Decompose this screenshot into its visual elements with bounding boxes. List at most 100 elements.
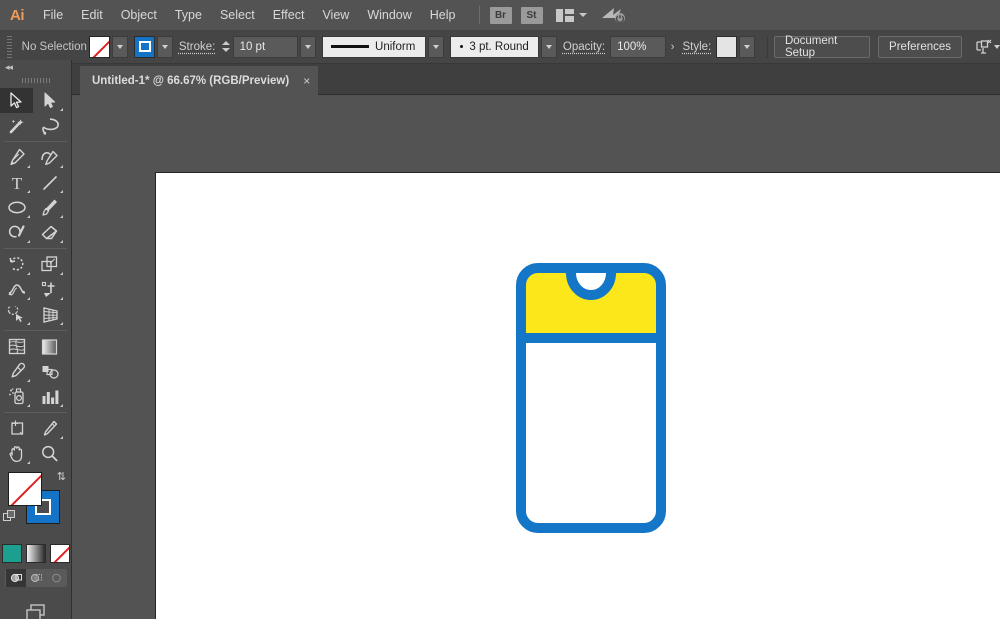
brush-definition-select[interactable]: 3 pt. Round: [450, 36, 539, 58]
fill-swatch[interactable]: [8, 472, 42, 506]
brush-definition-dropdown-button[interactable]: [541, 36, 557, 58]
shaper-tool[interactable]: [0, 220, 33, 245]
illustrator-window: Ai File Edit Object Type Select Effect V…: [0, 0, 1000, 619]
menu-item-effect[interactable]: Effect: [264, 0, 314, 30]
chevron-down-icon: [433, 45, 439, 49]
opacity-label[interactable]: Opacity:: [563, 41, 605, 53]
stepper-down-icon: [222, 48, 230, 52]
perspective-grid-tool[interactable]: [33, 302, 66, 327]
zoom-tool[interactable]: [33, 441, 66, 466]
graphic-style-dropdown-button[interactable]: [739, 36, 755, 58]
canvas-area[interactable]: [72, 95, 1000, 619]
fill-color-swatch[interactable]: [89, 36, 110, 58]
document-tab[interactable]: Untitled-1* @ 66.67% (RGB/Preview) ×: [80, 66, 318, 95]
stroke-label[interactable]: Stroke:: [179, 41, 215, 53]
stock-button[interactable]: St: [521, 7, 543, 24]
selection-status: No Selection: [20, 41, 89, 53]
magic-wand-tool[interactable]: [0, 113, 33, 138]
drawing-mode-buttons: [5, 569, 67, 587]
menu-item-view[interactable]: View: [313, 0, 358, 30]
artboard-tool[interactable]: [0, 416, 33, 441]
rotate-tool[interactable]: [0, 252, 33, 277]
stroke-weight-input[interactable]: 10 pt: [233, 36, 299, 58]
menu-bar: Ai File Edit Object Type Select Effect V…: [0, 0, 1000, 30]
width-tool[interactable]: [0, 277, 33, 302]
tools-panel: ◂◂ T ⇅: [0, 60, 72, 619]
tool-group-indicator-icon: [60, 404, 63, 407]
tool-row: [0, 252, 71, 277]
bridge-button[interactable]: Br: [490, 7, 512, 24]
menu-item-object[interactable]: Object: [112, 0, 166, 30]
blend-tool[interactable]: [33, 359, 66, 384]
workspace-switcher[interactable]: [556, 9, 587, 22]
tool-row: [0, 145, 71, 170]
creative-cloud-icon[interactable]: [601, 4, 627, 26]
workspace-switcher-icon: [556, 9, 574, 22]
collapse-panel-icon[interactable]: ◂◂: [5, 62, 12, 73]
curvature-tool[interactable]: [33, 145, 66, 170]
menu-item-help[interactable]: Help: [421, 0, 465, 30]
column-graph-tool[interactable]: [33, 384, 66, 409]
tool-row: [0, 441, 71, 466]
align-to-pixel-grid-icon[interactable]: [974, 37, 994, 57]
eraser-tool[interactable]: [33, 220, 66, 245]
scale-tool[interactable]: [33, 252, 66, 277]
control-bar-grip[interactable]: [5, 36, 14, 58]
slice-tool[interactable]: [33, 416, 66, 441]
color-mode-buttons: [0, 544, 71, 563]
pocket-shape[interactable]: [511, 258, 671, 553]
graphic-style-swatch[interactable]: [716, 36, 737, 58]
tool-group-indicator-icon: [27, 404, 30, 407]
stroke-weight-dropdown-button[interactable]: [300, 36, 316, 58]
menu-item-window[interactable]: Window: [358, 0, 420, 30]
lasso-tool[interactable]: [33, 113, 66, 138]
stepper-up-icon: [222, 41, 230, 45]
preferences-button[interactable]: Preferences: [878, 36, 962, 58]
color-mode-none[interactable]: [50, 544, 70, 563]
close-icon[interactable]: ×: [303, 75, 310, 87]
symbol-sprayer-tool[interactable]: [0, 384, 33, 409]
line-segment-tool[interactable]: [33, 170, 66, 195]
eyedropper-tool[interactable]: [0, 359, 33, 384]
screen-mode-button[interactable]: [0, 601, 71, 619]
tools-panel-grip[interactable]: [0, 74, 71, 86]
stroke-color-swatch[interactable]: [134, 36, 155, 58]
default-fill-stroke-icon[interactable]: [3, 510, 16, 523]
ellipse-tool[interactable]: [0, 195, 33, 220]
tool-group-indicator-icon: [60, 215, 63, 218]
stroke-profile-select[interactable]: Uniform: [322, 36, 426, 58]
hand-tool[interactable]: [0, 441, 33, 466]
document-setup-button[interactable]: Document Setup: [774, 36, 870, 58]
mesh-tool[interactable]: [0, 334, 33, 359]
draw-normal-mode[interactable]: [6, 569, 26, 587]
draw-behind-mode[interactable]: [26, 569, 46, 587]
color-mode-gradient[interactable]: [26, 544, 46, 563]
opacity-input[interactable]: 100%: [610, 36, 666, 58]
stroke-profile-dropdown-button[interactable]: [428, 36, 444, 58]
stroke-dropdown-button[interactable]: [157, 36, 173, 58]
stroke-weight-stepper[interactable]: [220, 36, 231, 58]
app-logo-icon: Ai: [0, 0, 34, 30]
menu-item-type[interactable]: Type: [166, 0, 211, 30]
draw-inside-mode[interactable]: [46, 569, 66, 587]
shape-builder-tool[interactable]: [0, 302, 33, 327]
color-mode-solid[interactable]: [2, 544, 22, 563]
gradient-tool[interactable]: [33, 334, 66, 359]
paintbrush-tool[interactable]: [33, 195, 66, 220]
tools-panel-header: ◂◂: [0, 60, 71, 74]
free-transform-tool[interactable]: [33, 277, 66, 302]
type-tool[interactable]: T: [0, 170, 33, 195]
fill-dropdown-button[interactable]: [112, 36, 128, 58]
swap-fill-stroke-icon[interactable]: ⇅: [57, 470, 66, 483]
pen-tool[interactable]: [0, 145, 33, 170]
fill-stroke-controls: ⇅: [0, 470, 71, 542]
direct-selection-tool[interactable]: [33, 88, 66, 113]
artboard[interactable]: [155, 172, 1000, 619]
align-dropdown-chevron-icon[interactable]: [994, 45, 1000, 49]
menu-item-file[interactable]: File: [34, 0, 72, 30]
style-label[interactable]: Style:: [682, 41, 711, 53]
menu-item-edit[interactable]: Edit: [72, 0, 112, 30]
selection-tool[interactable]: [0, 88, 33, 113]
menu-item-select[interactable]: Select: [211, 0, 264, 30]
opacity-expand-icon[interactable]: ›: [666, 36, 680, 58]
